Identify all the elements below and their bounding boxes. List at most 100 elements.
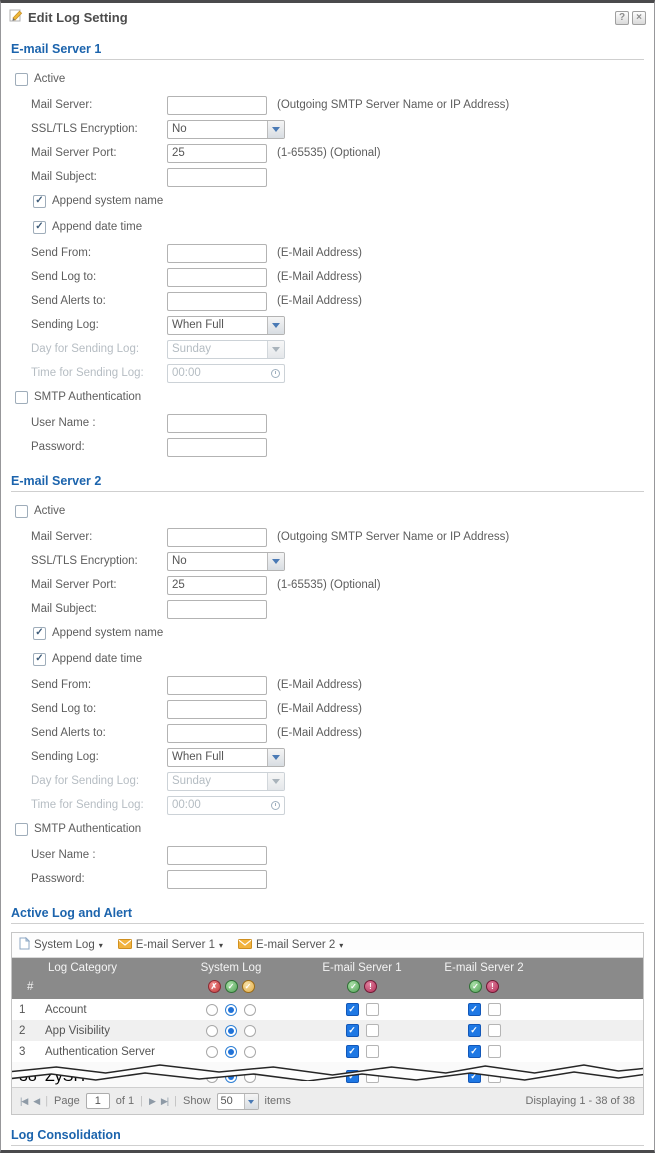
log-icon[interactable] xyxy=(225,980,238,993)
column-log-category: Log Category xyxy=(40,962,158,974)
displaying-status: Displaying 1 - 38 of 38 xyxy=(526,1095,635,1107)
server2-ssl-select[interactable]: No xyxy=(167,552,285,571)
radio-no-log[interactable] xyxy=(206,1004,218,1016)
server1-time-row: Time for Sending Log: xyxy=(11,363,644,383)
email-server-1-menu-button[interactable]: E-mail Server 1 ▾ xyxy=(118,939,223,952)
email1-alert-checkbox[interactable] xyxy=(366,1045,379,1058)
log-icon[interactable] xyxy=(347,980,360,993)
server1-mail-server-row: Mail Server: (Outgoing SMTP Server Name … xyxy=(11,95,644,115)
day-select-value: Sunday xyxy=(168,775,267,787)
first-page-icon[interactable]: |◀ xyxy=(20,1096,27,1107)
radio-no-log[interactable] xyxy=(206,1025,218,1037)
server1-smtp-auth-checkbox[interactable] xyxy=(15,391,28,404)
server1-mail-server-input[interactable] xyxy=(167,96,267,115)
server2-append-system-checkbox[interactable] xyxy=(33,627,46,640)
radio-log-alert[interactable] xyxy=(244,1004,256,1016)
server2-mail-server-input[interactable] xyxy=(167,528,267,547)
separator: | xyxy=(174,1095,177,1107)
server1-send-alerts-input[interactable] xyxy=(167,292,267,311)
server2-mail-server-row: Mail Server: (Outgoing SMTP Server Name … xyxy=(11,527,644,547)
server2-port-input[interactable] xyxy=(167,576,267,595)
email1-log-checkbox[interactable] xyxy=(346,1045,359,1058)
server1-day-row: Day for Sending Log: Sunday xyxy=(11,339,644,359)
system-log-menu-button[interactable]: System Log ▾ xyxy=(19,937,103,953)
server2-time-field xyxy=(167,796,285,815)
server1-append-date-row: Append date time xyxy=(11,217,644,237)
page-size-select[interactable]: 50 xyxy=(217,1093,259,1110)
system-log-radio-group xyxy=(158,1004,304,1016)
prev-page-icon[interactable]: ◀ xyxy=(33,1096,39,1107)
email2-alert-checkbox[interactable] xyxy=(488,1045,501,1058)
system-log-radio-group xyxy=(158,1046,304,1058)
server2-send-alerts-input[interactable] xyxy=(167,724,267,743)
email1-log-checkbox[interactable] xyxy=(346,1003,359,1016)
page-number-input[interactable] xyxy=(86,1093,110,1109)
server2-active-row: Active xyxy=(11,501,644,521)
server1-send-log-input[interactable] xyxy=(167,268,267,287)
email1-checkboxes xyxy=(304,1003,420,1016)
row-number: 3 xyxy=(12,1046,40,1058)
email1-alert-checkbox[interactable] xyxy=(366,1003,379,1016)
server1-sending-log-select[interactable]: When Full xyxy=(167,316,285,335)
sending-log-select-value: When Full xyxy=(168,319,267,331)
email2-alert-checkbox[interactable] xyxy=(488,1024,501,1037)
radio-no-log[interactable] xyxy=(206,1046,218,1058)
alert-icon[interactable] xyxy=(486,980,499,993)
envelope-icon xyxy=(118,939,132,952)
alert-icon[interactable] xyxy=(364,980,377,993)
log-icon[interactable] xyxy=(469,980,482,993)
radio-log[interactable] xyxy=(225,1025,237,1037)
server2-active-checkbox[interactable] xyxy=(15,505,28,518)
server1-password-input[interactable] xyxy=(167,438,267,457)
radio-log[interactable] xyxy=(225,1004,237,1016)
server2-subject-input[interactable] xyxy=(167,600,267,619)
email2-log-checkbox[interactable] xyxy=(468,1045,481,1058)
email2-alert-checkbox[interactable] xyxy=(488,1003,501,1016)
close-button[interactable]: × xyxy=(632,11,646,25)
no-log-icon[interactable] xyxy=(208,980,221,993)
server2-time-input xyxy=(167,796,285,815)
server1-ssl-select[interactable]: No xyxy=(167,120,285,139)
system-log-radio-group xyxy=(158,1025,304,1037)
email2-log-checkbox[interactable] xyxy=(468,1003,481,1016)
last-page-icon[interactable]: ▶| xyxy=(161,1096,168,1107)
time-label: Time for Sending Log: xyxy=(11,799,167,811)
server2-sending-log-select[interactable]: When Full xyxy=(167,748,285,767)
server1-send-from-input[interactable] xyxy=(167,244,267,263)
email1-alert-checkbox[interactable] xyxy=(366,1024,379,1037)
server1-subject-input[interactable] xyxy=(167,168,267,187)
column-email-server-1: E-mail Server 1 xyxy=(304,962,420,974)
server1-port-input[interactable] xyxy=(167,144,267,163)
radio-log[interactable] xyxy=(225,1046,237,1058)
email1-log-checkbox[interactable] xyxy=(346,1024,359,1037)
server1-append-date-checkbox[interactable] xyxy=(33,221,46,234)
next-page-icon[interactable]: ▶ xyxy=(149,1096,155,1107)
server1-username-input[interactable] xyxy=(167,414,267,433)
port-note: (1-65535) (Optional) xyxy=(277,579,381,591)
server2-smtp-auth-checkbox[interactable] xyxy=(15,823,28,836)
email2-log-checkbox[interactable] xyxy=(468,1024,481,1037)
title-bar: Edit Log Setting ? × xyxy=(1,3,654,29)
row-number: 1 xyxy=(12,1004,40,1016)
help-button[interactable]: ? xyxy=(615,11,629,25)
server1-ssl-row: SSL/TLS Encryption: No xyxy=(11,119,644,139)
server1-active-checkbox[interactable] xyxy=(15,73,28,86)
server2-password-input[interactable] xyxy=(167,870,267,889)
radio-log-alert[interactable] xyxy=(244,1046,256,1058)
email-address-note: (E-Mail Address) xyxy=(277,247,362,259)
column-system-log: System Log xyxy=(158,962,304,974)
server2-append-date-checkbox[interactable] xyxy=(33,653,46,666)
send-log-label: Send Log to: xyxy=(11,271,167,283)
page-of-label: of 1 xyxy=(116,1095,134,1107)
server2-send-from-input[interactable] xyxy=(167,676,267,695)
server2-sending-log-row: Sending Log: When Full xyxy=(11,747,644,767)
email-server-2-menu-button[interactable]: E-mail Server 2 ▾ xyxy=(238,939,343,952)
radio-log-alert[interactable] xyxy=(244,1025,256,1037)
mail-server-label: Mail Server: xyxy=(11,99,167,111)
server2-send-log-input[interactable] xyxy=(167,700,267,719)
server2-password-row: Password: xyxy=(11,869,644,889)
send-alerts-label: Send Alerts to: xyxy=(11,295,167,307)
server1-append-system-checkbox[interactable] xyxy=(33,195,46,208)
server2-username-input[interactable] xyxy=(167,846,267,865)
log-alert-icon[interactable] xyxy=(242,980,255,993)
